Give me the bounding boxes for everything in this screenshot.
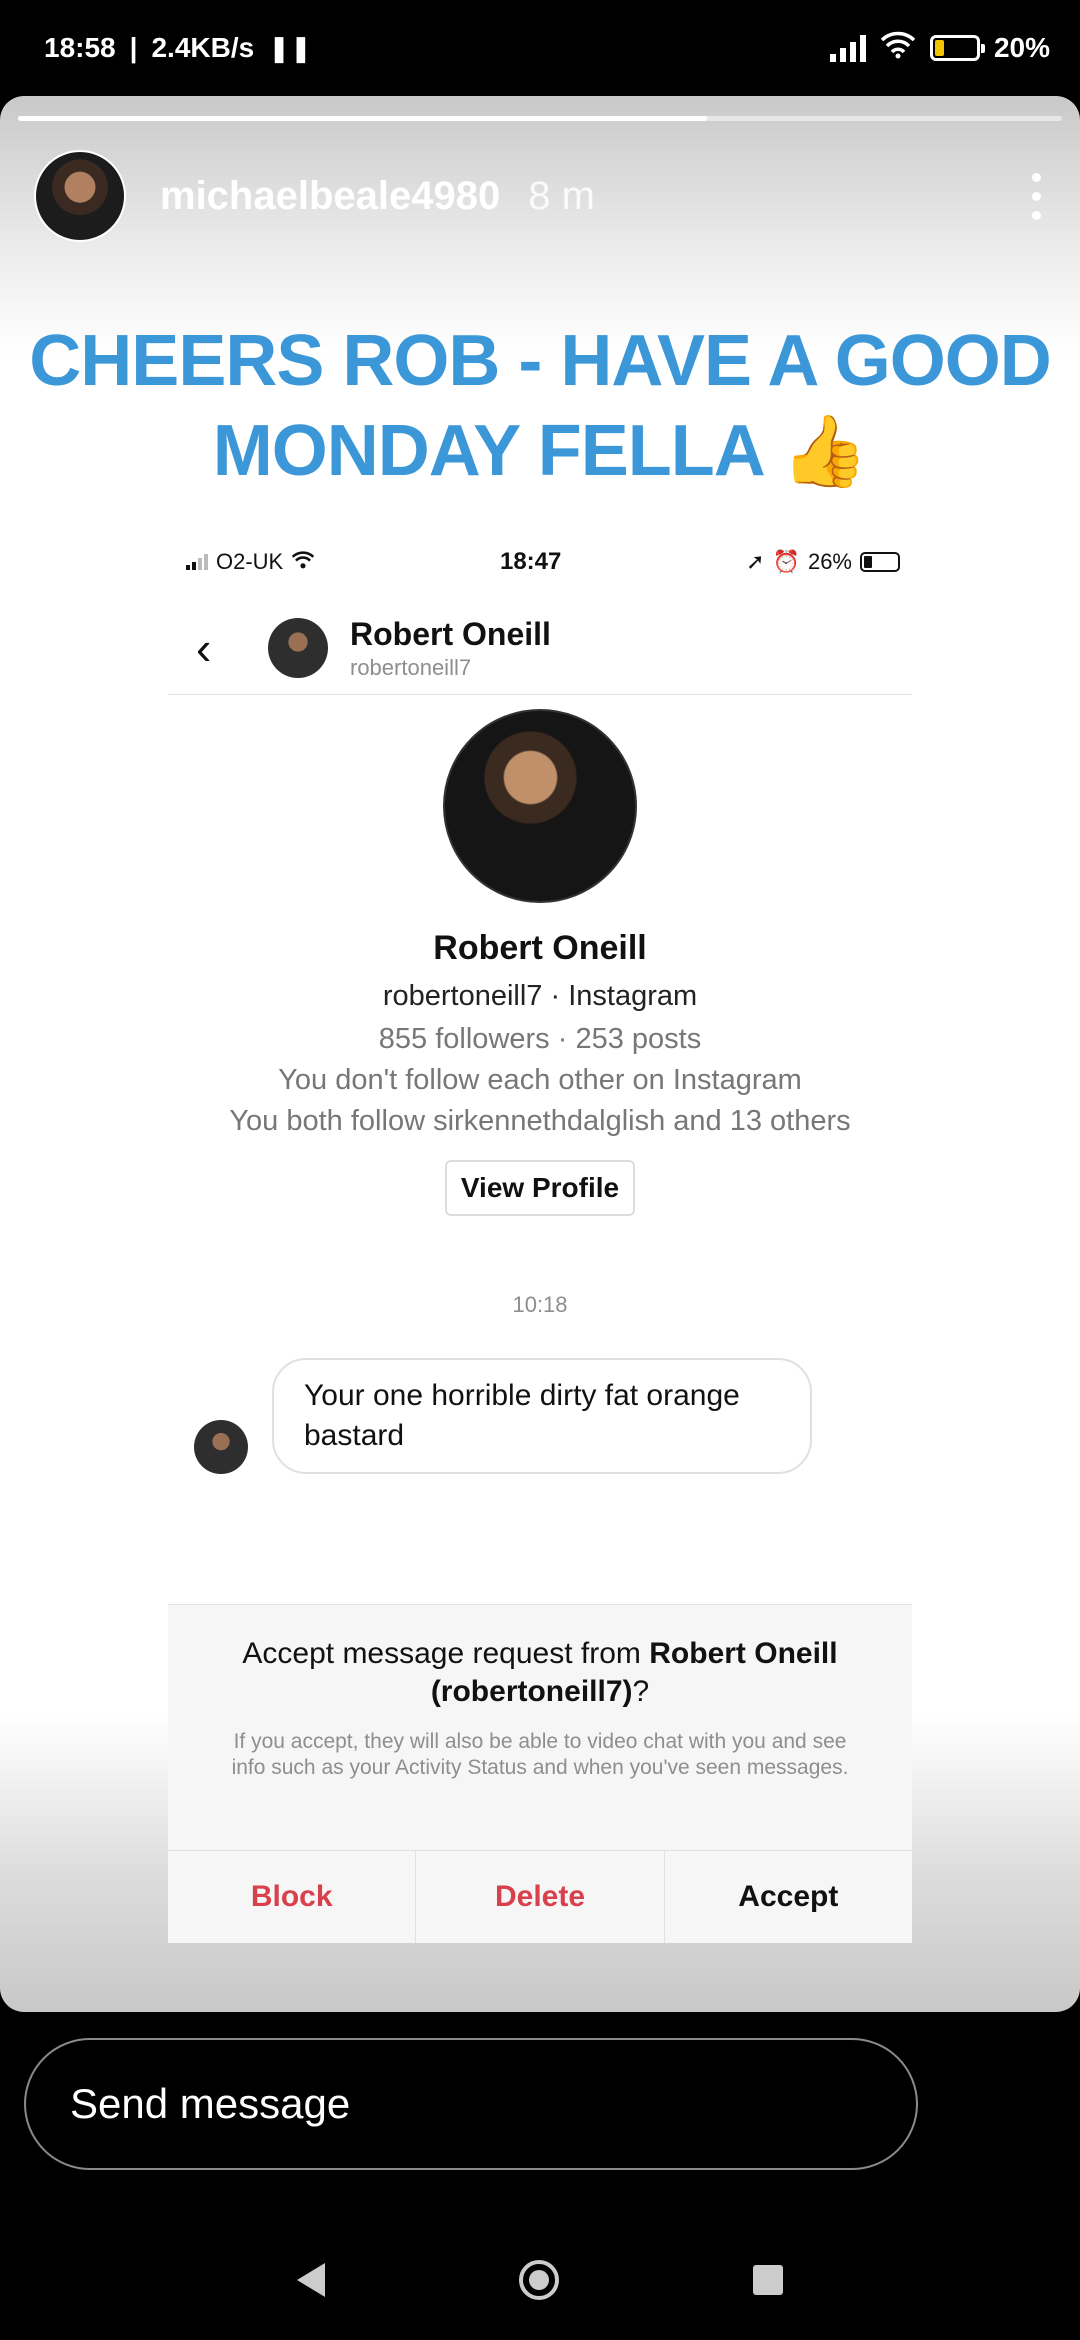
status-bar: 18:58 | 2.4KB/s ❚❚ 20%: [0, 0, 1080, 96]
profile-avatar: [443, 709, 637, 903]
dm-header: ‹ Robert Oneill robertoneill7: [168, 602, 912, 695]
cell-signal-icon: [186, 554, 208, 570]
profile-handle: robertoneill7 · Instagram: [382, 980, 698, 1012]
ios-time: 18:47: [499, 548, 562, 575]
more-options-icon[interactable]: [1026, 172, 1046, 220]
block-button: Block: [168, 1851, 417, 1943]
shared-screenshot: O2-UK 18:47 ➚ ⏰ 26% ‹ Robert Oneill robe…: [168, 522, 912, 1943]
message-timestamp: 10:18: [512, 1292, 568, 1317]
wifi-icon: [291, 549, 315, 575]
story-progress-fill: [18, 116, 708, 121]
dm-name: Robert Oneill: [350, 615, 551, 652]
story-card[interactable]: michaelbeale4980 8 m CHEERS ROB - HAVE A…: [0, 96, 1080, 2012]
status-separator: |: [129, 32, 138, 63]
profile-mutuals: You both follow sirkennethdalglish and 1…: [229, 1105, 851, 1137]
request-actions: Block Delete Accept: [168, 1850, 912, 1943]
avatar[interactable]: [34, 150, 126, 242]
network-speed: 2.4KB/s: [151, 32, 255, 63]
caption-line-2: MONDAY FELLA: [212, 411, 763, 491]
message-row: Your one horrible dirty fat orange basta…: [168, 1358, 912, 1474]
carrier-name: O2-UK: [216, 549, 284, 574]
caption-line-1: CHEERS ROB - HAVE A GOOD: [29, 321, 1051, 401]
accept-button: Accept: [738, 1880, 839, 1913]
ios-status-bar: O2-UK 18:47 ➚ ⏰ 26%: [168, 522, 912, 602]
alarm-icon: ⏰: [772, 549, 800, 574]
delete-button: Delete: [416, 1851, 665, 1943]
story-header: michaelbeale4980 8 m: [34, 148, 1046, 244]
send-message-placeholder: Send message: [70, 2080, 351, 2127]
request-prefix: Accept message request from: [242, 1637, 650, 1670]
ios-battery-percent: 26%: [807, 549, 852, 574]
request-handle: (robertoneill7): [430, 1675, 633, 1708]
profile-name: Robert Oneill: [433, 929, 647, 967]
thumbs-up-icon: 👍: [781, 412, 868, 490]
story-caption: CHEERS ROB - HAVE A GOOD MONDAY FELLA 👍: [0, 316, 1080, 496]
location-icon: ➚: [746, 549, 765, 574]
dm-username: robertoneill7: [350, 654, 472, 680]
system-nav-bar: [0, 2220, 1080, 2340]
battery-icon: [929, 35, 985, 61]
story-time-ago: 8 m: [528, 173, 595, 218]
nav-back-icon[interactable]: [297, 2263, 325, 2297]
request-title: Accept message request from Robert Oneil…: [168, 1605, 912, 1711]
cell-signal-icon: [829, 34, 866, 62]
request-name: Robert Oneill: [649, 1637, 838, 1670]
battery-icon: [860, 552, 900, 572]
profile-follow-status: You don't follow each other on Instagram: [278, 1064, 802, 1096]
back-chevron-icon: ‹: [196, 622, 212, 674]
caption-line-2-wrap: MONDAY FELLA 👍: [0, 406, 1080, 496]
wifi-icon: [880, 31, 916, 66]
message-avatar: [194, 1420, 248, 1474]
request-subtext: If you accept, they will also be able to…: [231, 1730, 849, 1779]
view-profile-button: View Profile: [444, 1160, 636, 1216]
status-time: 18:58: [44, 32, 116, 63]
story-username[interactable]: michaelbeale4980: [160, 174, 500, 219]
profile-stats: 855 followers · 253 posts: [378, 1023, 702, 1055]
request-suffix: ?: [632, 1675, 650, 1708]
message-request-panel: Accept message request from Robert Oneil…: [168, 1604, 912, 1943]
send-message-input[interactable]: Send message: [24, 2038, 918, 2170]
battery-percent: 20%: [993, 32, 1050, 63]
profile-summary: Robert Oneill robertoneill7 · Instagram …: [168, 695, 912, 1216]
nav-recents-icon[interactable]: [753, 2265, 783, 2295]
pause-icon: ❚❚: [268, 32, 312, 63]
nav-home-icon[interactable]: [519, 2260, 559, 2300]
dm-avatar: [268, 618, 328, 678]
story-progress-bar: [18, 116, 1062, 121]
message-bubble: Your one horrible dirty fat orange basta…: [272, 1358, 812, 1474]
